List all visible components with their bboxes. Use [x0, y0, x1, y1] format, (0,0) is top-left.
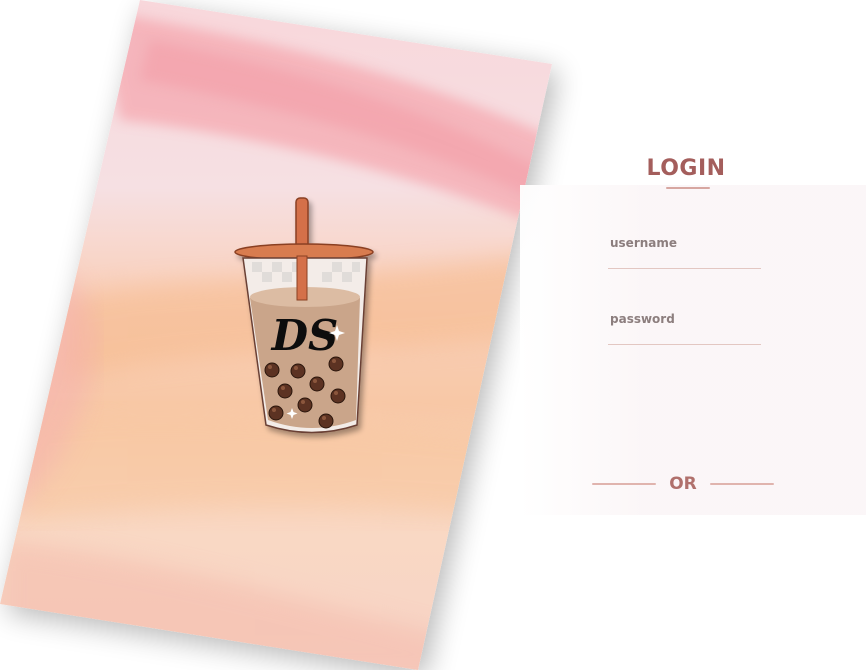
login-title: LOGIN [646, 156, 726, 181]
login-page: DS LOGIN username OR [0, 0, 866, 670]
or-divider: OR [592, 474, 775, 494]
username-input[interactable] [608, 232, 763, 254]
or-divider-line-left [592, 483, 656, 485]
or-divider-text: OR [669, 474, 697, 494]
password-field [608, 308, 763, 345]
username-field [608, 232, 763, 269]
or-divider-line-right [710, 483, 774, 485]
login-title-underline [666, 187, 710, 189]
password-input[interactable] [608, 308, 763, 330]
logo-text: DS [271, 311, 339, 360]
